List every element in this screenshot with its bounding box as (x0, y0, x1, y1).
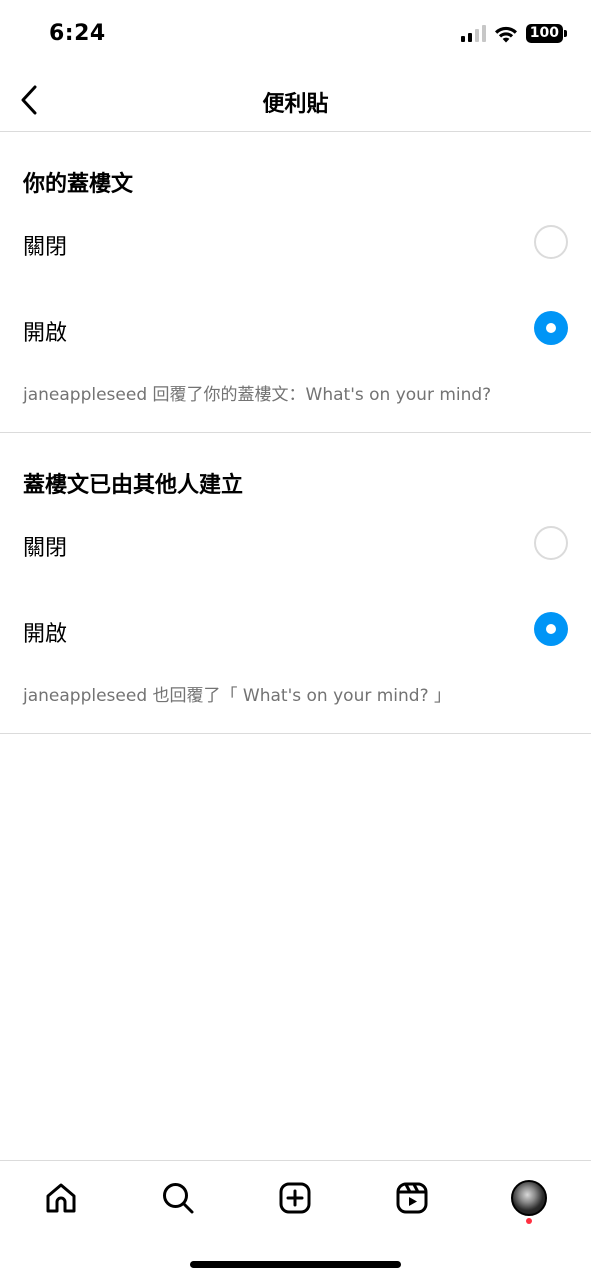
nav-profile-button[interactable] (509, 1178, 549, 1218)
create-icon (279, 1182, 311, 1214)
notification-preview: janeappleseed 也回覆了「 What's on your mind?… (23, 686, 452, 706)
search-icon (163, 1183, 194, 1214)
home-icon (46, 1183, 76, 1213)
section-heading: 你的蓋樓文 (23, 172, 134, 197)
section-heading: 蓋樓文已由其他人建立 (23, 473, 244, 498)
option-on[interactable]: 開啟 (0, 299, 591, 359)
nav-create-button[interactable] (275, 1178, 315, 1218)
reels-icon (396, 1182, 428, 1214)
cellular-signal-icon (460, 25, 486, 42)
status-bar: 6:24 100 (0, 0, 591, 70)
option-label: 關閉 (23, 235, 68, 260)
radio-button-selected[interactable] (534, 612, 568, 646)
section-threads-by-others: 蓋樓文已由其他人建立 關閉 開啟 janeappleseed 也回覆了「 Wha… (0, 433, 591, 734)
option-off[interactable]: 關閉 (0, 514, 591, 574)
home-indicator (190, 1261, 401, 1268)
wifi-icon (494, 26, 517, 42)
notification-preview: janeappleseed 回覆了你的蓋樓文：What's on your mi… (23, 385, 492, 405)
option-label: 關閉 (23, 536, 68, 561)
radio-button-selected[interactable] (534, 311, 568, 345)
battery-level: 100 (525, 24, 563, 43)
option-label: 開啟 (23, 321, 68, 346)
radio-button-unselected[interactable] (534, 526, 568, 560)
notification-dot (526, 1218, 532, 1224)
radio-button-unselected[interactable] (534, 225, 568, 259)
header: 便利貼 (0, 70, 591, 132)
battery-icon: 100 (525, 24, 567, 43)
option-on[interactable]: 開啟 (0, 600, 591, 660)
section-your-threads: 你的蓋樓文 關閉 開啟 janeappleseed 回覆了你的蓋樓文：What'… (0, 132, 591, 433)
status-icons: 100 (460, 24, 567, 43)
nav-reels-button[interactable] (392, 1178, 432, 1218)
option-label: 開啟 (23, 622, 68, 647)
profile-avatar (511, 1180, 547, 1216)
nav-home-button[interactable] (41, 1178, 81, 1218)
option-off[interactable]: 關閉 (0, 213, 591, 273)
nav-search-button[interactable] (158, 1178, 198, 1218)
status-time: 6:24 (49, 21, 106, 46)
page-title: 便利貼 (262, 92, 329, 117)
